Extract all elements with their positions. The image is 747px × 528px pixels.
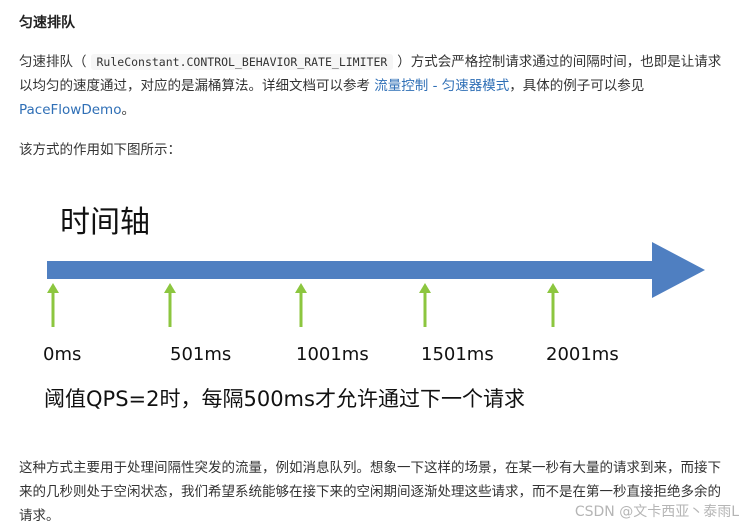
tick-label: 1501ms	[421, 344, 494, 365]
timeline-ticks: 0ms 501ms 1001ms 1501ms 2001ms	[43, 283, 619, 365]
tick-arrowhead	[47, 283, 59, 293]
tick-label: 0ms	[43, 344, 81, 365]
pace-flow-demo-link[interactable]: PaceFlowDemo	[19, 102, 121, 118]
intro-text-start: 匀速排队（	[19, 54, 87, 70]
csdn-watermark: CSDN @文卡西亚丶泰雨L	[574, 504, 739, 520]
timeline-diagram: 时间轴 0ms 501ms 1001ms 1501ms 2001ms 阈值QPS=2时，…	[43, 205, 705, 411]
tick-label: 2001ms	[546, 344, 619, 365]
tick-arrowhead	[547, 283, 559, 293]
tick-arrowhead	[164, 283, 176, 293]
diagram-intro-paragraph: 该方式的作用如下图所示：	[19, 142, 181, 158]
tick-label: 1001ms	[296, 344, 369, 365]
intro-text-end: 。	[121, 102, 135, 118]
section-heading: 匀速排队	[19, 15, 75, 31]
diagram-title: 时间轴	[60, 205, 150, 240]
tick-arrowhead	[295, 283, 307, 293]
diagram-caption: 阈值QPS=2时，每隔500ms才允许通过下一个请求	[44, 387, 525, 411]
rule-constant-code: RuleConstant.CONTROL_BEHAVIOR_RATE_LIMIT…	[90, 54, 394, 70]
flow-control-doc-link[interactable]: 流量控制 - 匀速器模式	[374, 78, 509, 94]
intro-text-mid2: ，具体的例子可以参见	[509, 78, 645, 94]
timeline-axis-arrow	[47, 242, 705, 298]
tick-label: 501ms	[170, 344, 231, 365]
intro-paragraph: 匀速排队（ RuleConstant.CONTROL_BEHAVIOR_RATE_…	[19, 50, 731, 122]
tick-arrowhead	[419, 283, 431, 293]
